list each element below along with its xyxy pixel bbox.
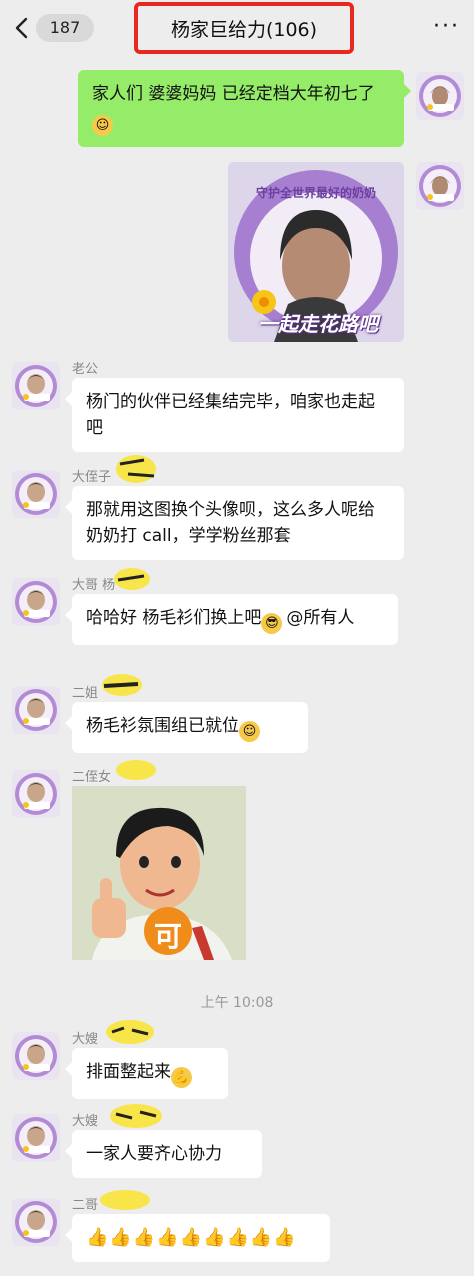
sender-name: 二哥 — [72, 1198, 99, 1213]
sender-avatar[interactable] — [12, 686, 60, 734]
mention-all[interactable]: @所有人 — [286, 608, 354, 628]
my-avatar[interactable] — [416, 72, 464, 120]
hug-emoji-icon: ☺ — [92, 115, 113, 136]
more-options-icon[interactable]: ··· — [433, 16, 460, 38]
message-text: 杨毛衫氛围组已就位 — [86, 716, 239, 736]
sender-name: 大侄子 — [72, 470, 112, 485]
sender-avatar[interactable] — [12, 362, 60, 410]
message-bubble[interactable]: 哈哈好 杨毛衫们换上吧 😎 @所有人 — [65, 594, 398, 645]
sender-avatar[interactable] — [12, 470, 60, 518]
sender-avatar[interactable] — [12, 1114, 60, 1162]
sunglasses-emoji-icon: 😎 — [261, 613, 283, 634]
message-bubble[interactable]: 家人们 婆婆妈妈 已经定档大年初七了 ☺ — [78, 70, 411, 147]
sender-avatar[interactable] — [12, 1198, 60, 1246]
sender-name: 大哥 杨 — [72, 578, 116, 593]
sticker-text: 可 — [153, 920, 182, 953]
name-redaction-scribble — [106, 1020, 154, 1044]
sticker-image-message[interactable]: 可 — [72, 786, 246, 960]
message-bubble[interactable]: 杨门的伙伴已经集结完毕，咱家也走起吧 — [65, 378, 404, 452]
sender-name: 二姐 — [72, 686, 99, 701]
sender-avatar[interactable] — [12, 578, 60, 626]
sender-name: 大嫂 — [72, 1114, 99, 1129]
sender-name: 二侄女 — [72, 770, 112, 785]
message-bubble[interactable]: 那就用这图换个头像呗，这么多人呢给奶奶打 call，学学粉丝那套 — [65, 486, 404, 560]
smile-emoji-icon: ☺ — [239, 721, 260, 742]
portrait-slogan: 一起走花路吧 — [258, 312, 378, 336]
chat-title-highlight: 杨家巨给力(106) — [134, 2, 354, 54]
message-text: 杨门的伙伴已经集结完毕，咱家也走起吧 — [86, 392, 375, 438]
my-avatar[interactable] — [416, 162, 464, 210]
name-redaction-scribble — [114, 568, 150, 590]
chat-title[interactable]: 杨家巨给力(106) — [171, 15, 317, 42]
message-bubble[interactable]: 👍👍👍👍👍👍👍👍👍 — [65, 1214, 330, 1262]
message-text: 哈哈好 杨毛衫们换上吧 — [86, 608, 262, 628]
name-redaction-scribble — [116, 455, 156, 483]
unread-count-badge[interactable]: 187 — [36, 14, 94, 42]
message-text: 那就用这图换个头像呗，这么多人呢给奶奶打 call，学学粉丝那套 — [86, 500, 375, 546]
message-bubble[interactable]: 杨毛衫氛围组已就位 ☺ — [65, 702, 308, 753]
sender-avatar[interactable] — [12, 1032, 60, 1080]
timestamp-divider: 上午 10:08 — [200, 995, 274, 1011]
sender-name: 老公 — [72, 362, 99, 377]
name-redaction-scribble — [100, 1190, 150, 1210]
name-redaction-scribble — [116, 760, 156, 780]
message-bubble[interactable]: 一家人要齐心协力 — [65, 1130, 262, 1178]
sender-name: 大嫂 — [72, 1032, 99, 1047]
message-text: 排面整起来 — [86, 1062, 171, 1082]
message-text: 一家人要齐心协力 — [86, 1144, 222, 1164]
message-bubble[interactable]: 排面整起来 💪 — [65, 1048, 228, 1099]
chat-header: 187 杨家巨给力(106) ··· — [0, 0, 474, 56]
message-text: 家人们 婆婆妈妈 已经定档大年初七了 — [92, 84, 375, 104]
message-text: 👍👍👍👍👍👍👍👍👍 — [86, 1227, 297, 1248]
portrait-caption: 守护全世界最好的奶奶 — [255, 186, 376, 200]
name-redaction-scribble — [110, 1104, 162, 1128]
flexed-biceps-icon: 💪 — [171, 1067, 192, 1088]
sender-avatar[interactable] — [12, 770, 60, 818]
image-message[interactable]: 守护全世界最好的奶奶 一起走花路吧 — [228, 162, 404, 342]
name-redaction-scribble — [102, 674, 142, 696]
